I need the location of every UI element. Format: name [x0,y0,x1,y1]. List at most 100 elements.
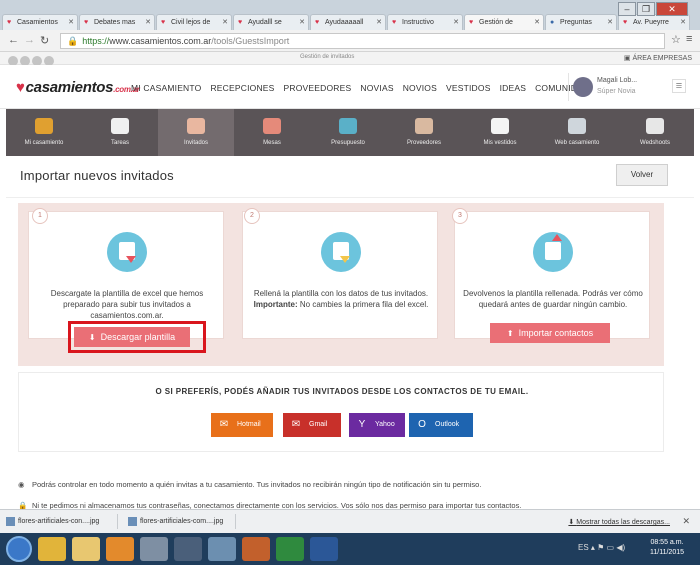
heart-icon: ♥ [238,19,243,26]
downloads-bar: flores-artificiales-con....jpg flores-ar… [0,509,700,533]
heart-icon: ♥ [161,19,166,26]
app-icon[interactable] [140,537,168,561]
gmail-button[interactable]: ✉ Gmail [283,413,341,437]
browser-tab[interactable]: ♥ Av. Pueyrre ✕ [618,14,690,30]
app-icon[interactable] [208,537,236,561]
tool-wedshoots[interactable]: Wedshoots [616,109,694,156]
app-icon[interactable] [242,537,270,561]
nav-item-novios[interactable]: NOVIOS [403,83,437,93]
clock[interactable]: 08:55 a.m. 11/11/2015 [650,538,684,558]
tool-presupuesto[interactable]: Presupuesto [310,109,386,156]
heart-icon: ♥ [84,19,89,26]
outlook-app-icon[interactable] [106,537,134,561]
browser-tab[interactable]: ♥ Ayudaaaaall ✕ [310,14,386,30]
site-logo[interactable]: ♥casamientos.com.ar [16,79,140,96]
browser-tab-active[interactable]: ♥ Gestión de ✕ [464,14,544,30]
nav-item-proveedores[interactable]: PROVEEDORES [284,83,352,93]
step-number: 3 [452,208,468,224]
word-icon[interactable] [310,537,338,561]
area-empresas-link[interactable]: ▣ ÁREA EMPRESAS [624,54,692,62]
close-icon[interactable]: ✕ [376,18,382,26]
folder-icon[interactable] [72,537,100,561]
nav-item-mi-casamiento[interactable]: MI CASAMIENTO [131,83,201,93]
browser-tab[interactable]: ● Preguntas ✕ [545,14,617,30]
camera-icon [646,118,664,134]
menu-icon[interactable]: ≡ [686,33,692,45]
hamburger-icon[interactable]: ≡ [672,79,686,93]
tool-tareas[interactable]: Tareas [82,109,158,156]
nav-item-novias[interactable]: NOVIAS [360,83,393,93]
url-field[interactable]: 🔒 https://www.casamientos.com.ar/tools/Gu… [60,33,665,49]
browser-tab[interactable]: ♥ Instructivo ✕ [387,14,463,30]
calculator-icon [339,118,357,134]
close-icon[interactable]: ✕ [145,18,151,26]
language-indicator[interactable]: ES [578,543,589,552]
close-icon[interactable]: ✕ [680,18,686,26]
tool-mi-casamiento[interactable]: Mi casamiento [6,109,82,156]
step-card-3: Devolvenos la plantilla rellenada. Podrá… [454,211,650,339]
browser-tab[interactable]: ♥ Debates mas ✕ [79,14,155,30]
browser-tab[interactable]: ♥ Ayudalll se ✕ [233,14,309,30]
rings-icon [35,118,53,134]
site-header: ♥casamientos.com.ar MI CASAMIENTO RECEPCI… [0,65,700,109]
info-line: ◉ Podrás controlar en todo momento a quié… [18,480,482,489]
page-title: Importar nuevos invitados [20,168,174,183]
outlook-icon: O [418,419,426,430]
yahoo-icon: Y [358,419,366,430]
image-file-icon [6,517,15,526]
back-arrow-icon[interactable]: ← [8,34,19,46]
tool-invitados[interactable]: Invitados [158,109,234,156]
tool-mesas[interactable]: Mesas [234,109,310,156]
windows-start-icon[interactable] [6,536,32,562]
browser-tab[interactable]: ♥ Civil lejos de ✕ [156,14,232,30]
close-icon[interactable]: ✕ [453,18,459,26]
close-icon[interactable]: ✕ [68,18,74,26]
show-all-downloads-link[interactable]: ⬇ Mostrar todas las descargas... [568,518,670,526]
close-icon[interactable]: ✕ [299,18,305,26]
outlook-button[interactable]: O Outlook [409,413,473,437]
close-icon[interactable]: ✕ [682,516,690,527]
hotmail-icon: ✉ [219,419,229,430]
tool-mis-vestidos[interactable]: Mis vestidos [462,109,538,156]
nav-item-ideas[interactable]: IDEAS [500,83,527,93]
forward-arrow-icon[interactable]: → [24,34,35,46]
heart-icon: ♥ [469,19,474,26]
step-text: Rellená la plantilla con los datos de tu… [253,289,429,309]
close-icon[interactable]: ✕ [534,18,540,26]
close-icon[interactable]: ✕ [222,18,228,26]
volver-button[interactable]: Volver [616,164,668,186]
excel-icon[interactable] [276,537,304,561]
heart-icon: ♥ [392,19,397,26]
chrome-icon[interactable] [38,537,66,561]
reload-icon[interactable]: ↻ [40,34,49,47]
step-text: Devolvenos la plantilla rellenada. Podrá… [463,289,643,309]
tool-proveedores[interactable]: Proveedores [386,109,462,156]
tool-web-casamiento[interactable]: Web casamiento [538,109,616,156]
download-item[interactable]: flores-artificiales-con....jpg [4,514,118,529]
guests-icon [187,118,205,134]
system-tray: ES ▴ ⚑ ▭ ◀) [578,543,625,552]
minimize-button[interactable]: – [618,2,636,16]
hotmail-button[interactable]: ✉ Hotmail [211,413,273,437]
heart-icon: ♥ [623,19,628,26]
step-card-2: Rellená la plantilla con los datos de tu… [242,211,438,339]
close-icon[interactable]: ✕ [607,18,613,26]
lock-icon: 🔒 [67,36,79,46]
window-close-button[interactable]: ✕ [656,2,688,16]
app-icon[interactable] [174,537,202,561]
tray-icons[interactable]: ▴ ⚑ ▭ ◀) [591,543,625,552]
yahoo-button[interactable]: Y Yahoo [349,413,405,437]
star-icon[interactable]: ☆ [671,33,681,46]
dress-icon [491,118,509,134]
nav-item-recepciones[interactable]: RECEPCIONES [210,83,274,93]
heart-icon: ♥ [7,19,12,26]
download-item[interactable]: flores-artificiales-com....jpg [126,514,236,529]
browser-tab[interactable]: ♥ Casamientos ✕ [2,14,78,30]
gmail-icon: ✉ [291,419,301,430]
user-menu[interactable]: Magali Lob... Súper Novia ≡ [568,73,692,101]
user-name: Magali Lob... [597,77,638,84]
importar-contactos-button[interactable]: ⬆ Importar contactos [490,323,610,343]
nav-item-vestidos[interactable]: VESTIDOS [446,83,491,93]
maximize-button[interactable]: ❐ [637,2,655,16]
main-nav: MI CASAMIENTO RECEPCIONES PROVEEDORES NOVIA… [131,83,598,93]
